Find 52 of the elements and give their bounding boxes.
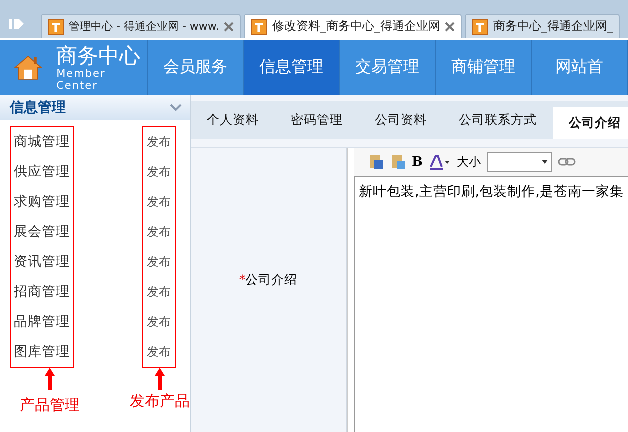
sidebar-link[interactable]: 招商管理 xyxy=(11,277,73,307)
tab-title: 修改资料_商务中心_得通企业网 xyxy=(272,18,440,35)
link-icon[interactable] xyxy=(558,157,576,167)
nav-item[interactable]: 信息管理 xyxy=(244,40,340,95)
sidebar-toggle-icon[interactable] xyxy=(8,17,26,31)
paste-icon[interactable] xyxy=(390,154,406,170)
home-icon[interactable] xyxy=(14,54,43,82)
browser-tab[interactable]: 商务中心_得通企业网_ xyxy=(465,14,620,38)
tab-title: 商务中心_得通企业网_ xyxy=(493,18,614,35)
publish-link[interactable]: 发布 xyxy=(143,157,175,187)
header-subtitle: Member Center xyxy=(56,68,107,92)
publish-link[interactable]: 发布 xyxy=(143,307,175,337)
annotation-label: 产品管理 xyxy=(20,396,80,415)
close-icon[interactable] xyxy=(224,22,234,32)
content-tab[interactable]: 公司资料 xyxy=(359,101,443,139)
site-icon xyxy=(48,18,64,34)
annotation-label: 发布产品 xyxy=(130,392,190,411)
close-icon[interactable] xyxy=(445,22,456,32)
sidebar-link[interactable]: 商城管理 xyxy=(11,127,73,157)
header-title: 商务中心 xyxy=(56,44,142,68)
publish-link[interactable]: 发布 xyxy=(143,217,175,247)
field-label: *公司介绍 xyxy=(239,272,298,288)
content-tab[interactable]: 公司联系方式 xyxy=(443,101,553,139)
browser-tab[interactable]: 管理中心 - 得通企业网 - www. xyxy=(41,14,242,38)
content-tab[interactable]: 公司介绍 xyxy=(553,107,628,139)
sidebar-link[interactable]: 供应管理 xyxy=(11,157,73,187)
editor-text-area[interactable]: 新叶包装,主营印刷,包装制作,是苍南一家集 xyxy=(354,176,628,432)
publish-link[interactable]: 发布 xyxy=(143,277,175,307)
publish-link[interactable]: 发布 xyxy=(143,127,175,157)
sidebar-link[interactable]: 展会管理 xyxy=(11,217,73,247)
sidebar-header[interactable]: 信息管理 xyxy=(0,95,190,120)
caret-icon[interactable] xyxy=(542,160,548,164)
chevron-icon[interactable] xyxy=(170,104,182,112)
sidebar-link[interactable]: 求购管理 xyxy=(11,187,73,217)
publish-link[interactable]: 发布 xyxy=(143,187,175,217)
content-tab[interactable]: 个人资料 xyxy=(191,101,275,139)
paste-word-icon[interactable] xyxy=(368,154,384,170)
editor-text: 新叶包装,主营印刷,包装制作,是苍南一家集 xyxy=(359,184,624,200)
font-color-icon[interactable] xyxy=(429,154,451,170)
publish-link[interactable]: 发布 xyxy=(143,247,175,277)
tab-title: 管理中心 - 得通企业网 - www. xyxy=(69,19,220,34)
content-tab[interactable]: 密码管理 xyxy=(275,101,359,139)
size-label: 大小 xyxy=(457,154,481,170)
sidebar-title: 信息管理 xyxy=(10,98,66,116)
browser-tab[interactable]: 修改资料_商务中心_得通企业网 xyxy=(244,14,462,38)
site-icon xyxy=(472,18,488,34)
sidebar-link[interactable]: 图库管理 xyxy=(11,337,73,367)
publish-link[interactable]: 发布 xyxy=(143,337,175,367)
bold-button[interactable]: B xyxy=(412,154,423,170)
site-icon xyxy=(251,18,268,34)
sidebar-link[interactable]: 资讯管理 xyxy=(11,247,73,277)
sidebar-link[interactable]: 品牌管理 xyxy=(11,307,73,337)
